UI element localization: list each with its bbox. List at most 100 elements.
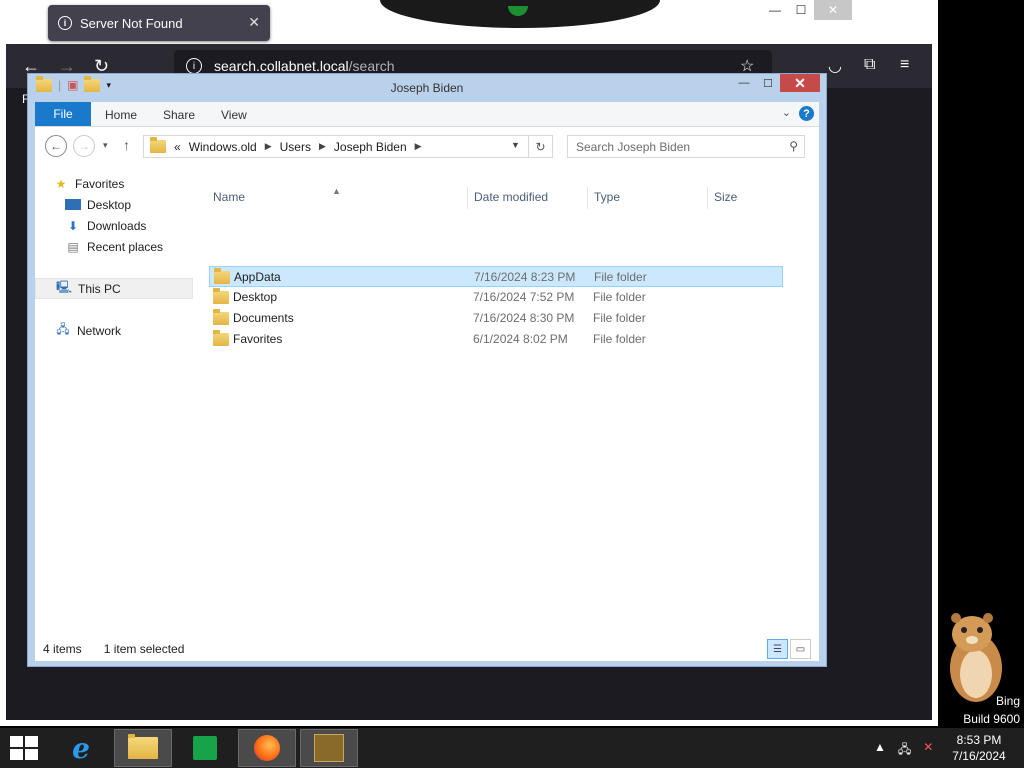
chevron-right-icon[interactable]: ▶ (415, 141, 422, 152)
chevron-right-icon[interactable]: ▶ (265, 141, 272, 152)
column-divider[interactable] (587, 187, 588, 209)
nav-desktop[interactable]: Desktop (65, 194, 131, 215)
back-button[interactable]: ← (45, 135, 67, 157)
column-divider[interactable] (707, 187, 708, 209)
minimize-button[interactable]: — (762, 0, 788, 20)
nav-label: This PC (78, 281, 121, 296)
folder-icon (213, 288, 229, 304)
breadcrumb-windows-old[interactable]: Windows.old (189, 140, 257, 154)
network-icon[interactable]: 🖧 (898, 740, 911, 761)
close-button[interactable]: ✕ (780, 74, 820, 92)
file-row[interactable]: AppData 7/16/2024 8:23 PM File folder (209, 266, 783, 287)
file-type: File folder (593, 332, 646, 346)
breadcrumb-joseph-biden[interactable]: Joseph Biden (334, 140, 407, 154)
column-header-name[interactable]: Name (213, 190, 245, 204)
file-explorer-icon[interactable] (114, 729, 172, 767)
file-name: Documents (233, 311, 294, 325)
folder-icon (213, 330, 229, 346)
extensions-icon[interactable]: ⧉ (864, 56, 875, 74)
navigation-pane: ★ Favorites Desktop ⬇ Downloads ▤ Recent… (35, 167, 193, 637)
start-tile (25, 749, 38, 760)
box-logo (314, 734, 344, 762)
address-bar[interactable]: « Windows.old ▶ Users ▶ Joseph Biden ▶ (143, 135, 529, 158)
nav-network[interactable]: 🖧 Network (55, 320, 121, 341)
file-type: File folder (593, 290, 646, 304)
clock[interactable]: 8:53 PM 7/16/2024 (944, 732, 1014, 764)
downloads-icon: ⬇ (67, 218, 79, 233)
column-header-date[interactable]: Date modified (474, 190, 548, 204)
url-path: /search (348, 58, 395, 74)
large-icons-view-icon[interactable]: ▭ (790, 639, 811, 659)
star-icon: ★ (55, 176, 67, 191)
breadcrumb-overflow[interactable]: « (174, 140, 181, 154)
item-count: 4 items (43, 642, 82, 656)
file-row[interactable]: Desktop 7/16/2024 7:52 PM File folder (209, 287, 783, 308)
file-date: 7/16/2024 7:52 PM (473, 290, 575, 304)
nav-this-pc[interactable]: 🖳 This PC (35, 278, 193, 299)
start-tile (10, 736, 23, 747)
expand-ribbon-icon[interactable]: ⌄ (782, 106, 791, 119)
tab-file[interactable]: File (35, 102, 91, 126)
recent-locations-icon[interactable]: ▾ (103, 140, 108, 151)
volume-muted-icon[interactable]: ✕ (923, 740, 933, 761)
clock-date: 7/16/2024 (952, 749, 1006, 763)
desktop-icon (65, 199, 81, 210)
menu-icon[interactable]: ≡ (900, 56, 909, 74)
minimize-button[interactable]: — (732, 74, 756, 92)
column-divider[interactable] (467, 187, 468, 209)
breadcrumb-users[interactable]: Users (280, 140, 311, 154)
maximize-button[interactable]: ☐ (756, 74, 780, 92)
search-input[interactable]: Search Joseph Biden ⚲ (567, 135, 805, 158)
nav-label: Network (77, 323, 122, 338)
nav-downloads[interactable]: ⬇ Downloads (65, 215, 146, 236)
pocket-icon[interactable]: ◡ (828, 56, 842, 76)
computer-icon: 🖳 (56, 280, 73, 294)
up-icon[interactable]: ↑ (123, 137, 130, 153)
browser-window-controls: — ☐ ✕ (762, 0, 852, 20)
nav-favorites[interactable]: ★ Favorites (53, 173, 125, 194)
file-row[interactable]: Favorites 6/1/2024 8:02 PM File folder (209, 329, 783, 350)
folder-icon (150, 137, 166, 153)
file-row[interactable]: Documents 7/16/2024 8:30 PM File folder (209, 308, 783, 329)
column-header-size[interactable]: Size (714, 190, 737, 204)
tab-share[interactable]: Share (163, 108, 195, 122)
refresh-icon[interactable]: ↻ (529, 135, 553, 158)
show-hidden-icons-icon[interactable]: ▲ (874, 740, 886, 761)
file-name: AppData (234, 270, 281, 284)
internet-explorer-icon[interactable]: e (52, 729, 110, 767)
tab-home[interactable]: Home (105, 108, 137, 122)
close-tab-icon[interactable]: ✕ (248, 14, 260, 31)
info-icon: i (58, 16, 72, 30)
start-button[interactable] (10, 736, 38, 760)
file-type: File folder (594, 270, 647, 284)
nav-label: Desktop (87, 197, 132, 212)
explorer-titlebar[interactable]: | ▣ ▾ Joseph Biden — ☐ ✕ (28, 74, 826, 102)
start-tile (10, 749, 23, 760)
column-header-type[interactable]: Type (594, 190, 620, 204)
nav-recent-places[interactable]: ▤ Recent places (65, 236, 163, 257)
close-button[interactable]: ✕ (814, 0, 852, 20)
remote-control-bar[interactable] (380, 0, 660, 28)
address-dropdown-icon[interactable]: ▼ (511, 140, 520, 150)
site-info-icon[interactable]: i (186, 58, 202, 74)
recent-places-icon: ▤ (67, 239, 79, 254)
nav-label: Downloads (87, 218, 147, 233)
chevron-right-icon[interactable]: ▶ (319, 141, 326, 152)
watermark-line-2: Build 9600 (963, 712, 1020, 726)
help-icon[interactable]: ? (799, 106, 814, 121)
forward-button[interactable]: → (73, 135, 95, 157)
system-tray: ▲ 🖧 ✕ (874, 740, 933, 761)
folder-icon (128, 734, 158, 759)
address-row: ← → ▾ ↑ « Windows.old ▶ Users ▶ Joseph B… (35, 127, 819, 167)
details-view-icon[interactable]: ☰ (767, 639, 788, 659)
tab-title: Server Not Found (80, 15, 183, 31)
firefox-icon[interactable] (238, 729, 296, 767)
maximize-button[interactable]: ☐ (788, 0, 814, 20)
tab-view[interactable]: View (221, 108, 247, 122)
file-date: 7/16/2024 8:30 PM (473, 311, 575, 325)
nav-label: Recent places (87, 239, 164, 254)
store-icon[interactable] (176, 729, 234, 767)
search-icon[interactable]: ⚲ (789, 139, 798, 153)
game-box-icon[interactable] (300, 729, 358, 767)
server-not-found-tab[interactable]: i Server Not Found ✕ (48, 5, 270, 41)
